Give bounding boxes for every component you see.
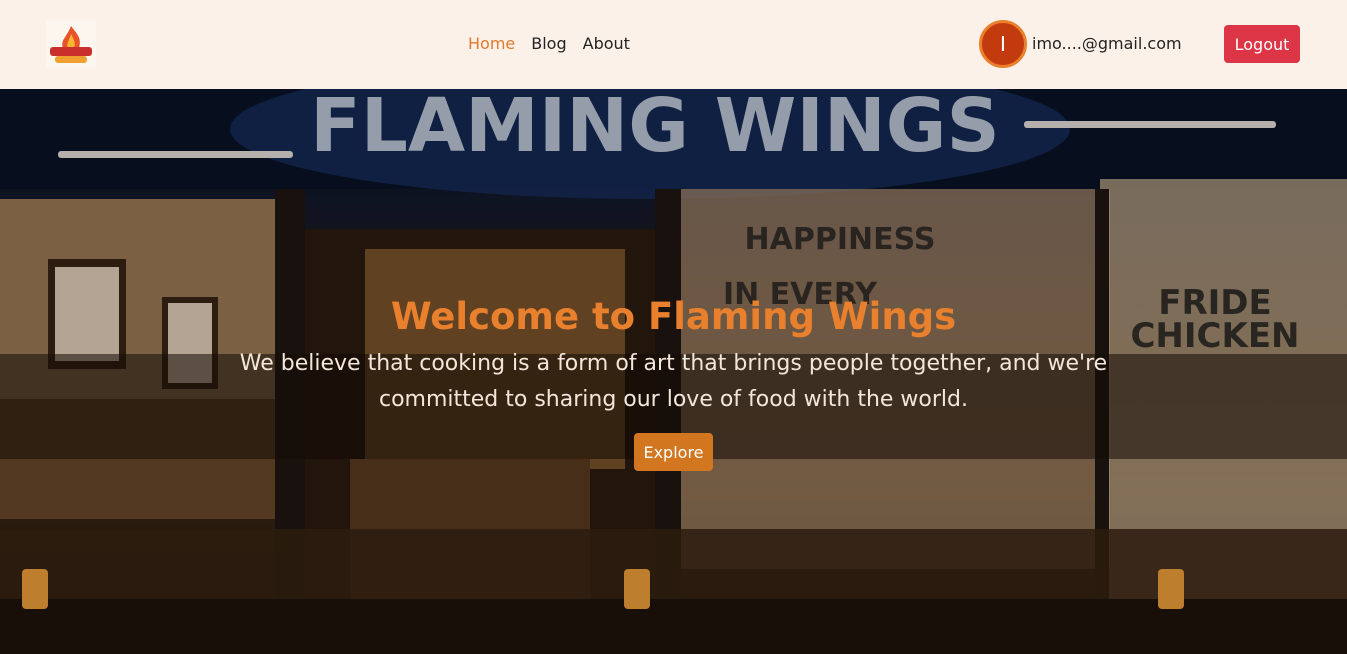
nav-home-link[interactable]: Home xyxy=(468,33,515,55)
flaming-wings-logo[interactable] xyxy=(46,20,96,68)
hero-section: FLAMING WINGS HAPPINESS IN EVERY FRIDE C… xyxy=(0,89,1347,654)
nav-blog-link[interactable]: Blog xyxy=(531,33,566,55)
hero-content: Welcome to Flaming Wings We believe that… xyxy=(0,294,1347,471)
hero-description: We believe that cooking is a form of art… xyxy=(239,351,1108,412)
explore-button[interactable]: Explore xyxy=(634,433,713,471)
nav-about-link[interactable]: About xyxy=(583,33,630,55)
hero-title: Welcome to Flaming Wings xyxy=(390,295,957,338)
user-email: imo....@gmail.com xyxy=(1032,34,1182,53)
main-nav: Home Blog About xyxy=(468,33,630,55)
navbar: Home Blog About I imo....@gmail.com Logo… xyxy=(0,0,1347,89)
logout-button[interactable]: Logout xyxy=(1224,25,1300,63)
user-avatar-initial: I xyxy=(1000,32,1006,56)
user-avatar[interactable]: I xyxy=(979,20,1027,68)
